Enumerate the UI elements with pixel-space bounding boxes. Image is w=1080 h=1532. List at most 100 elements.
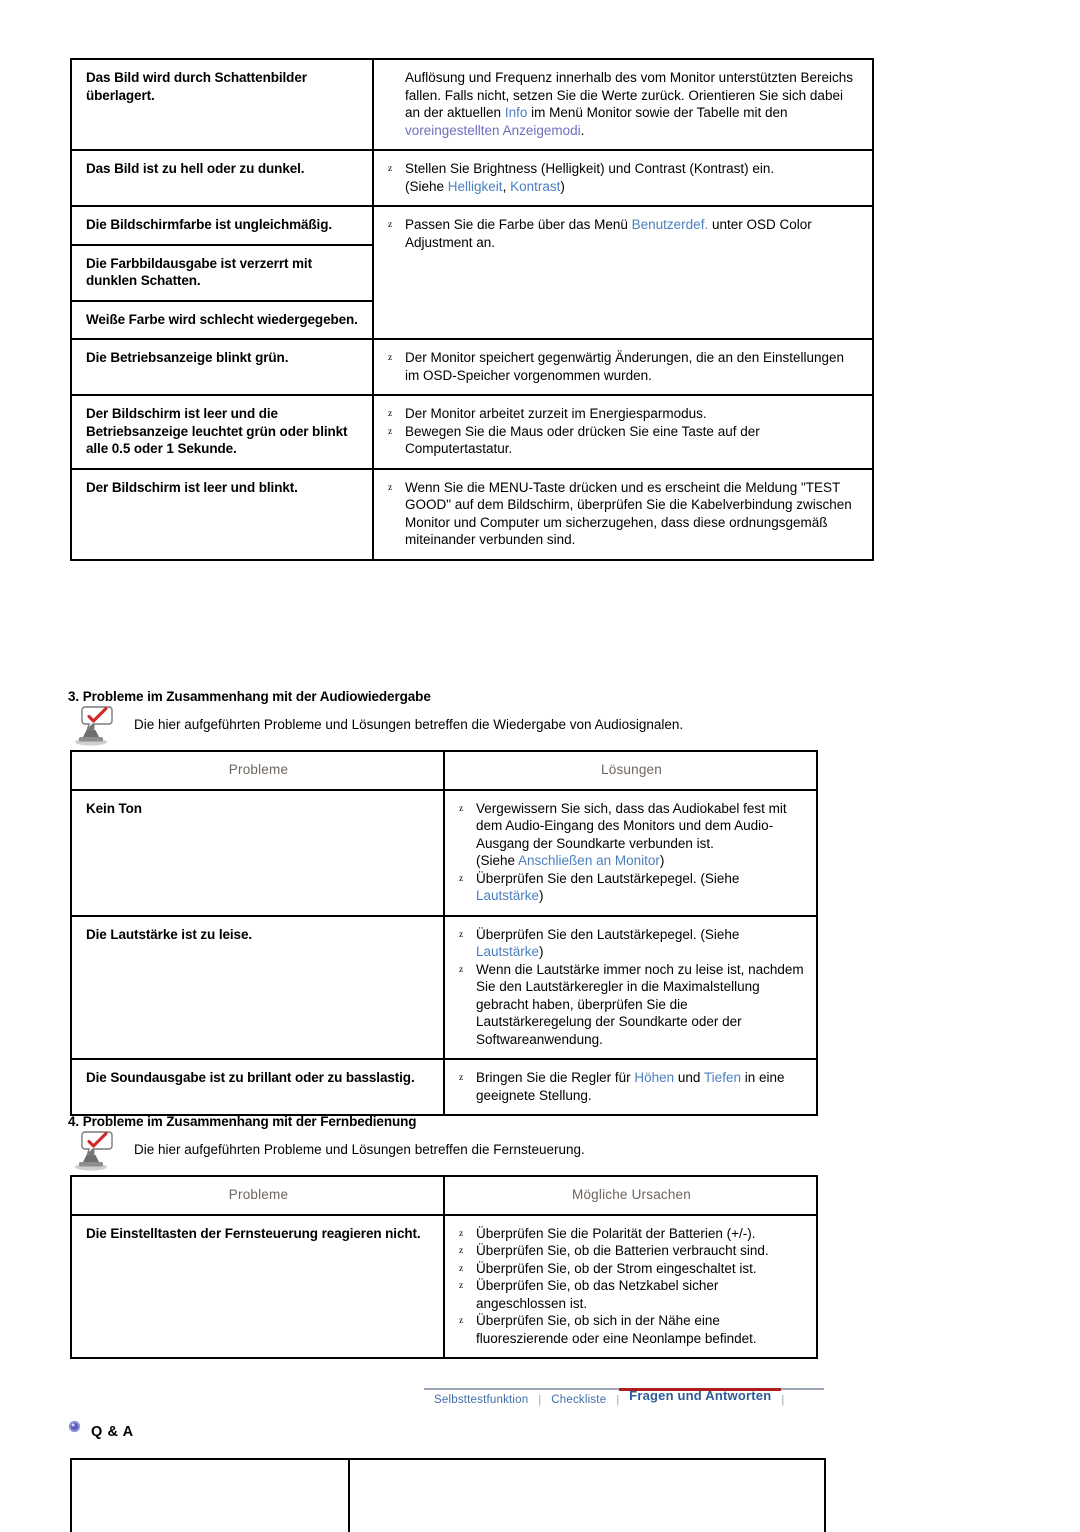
- column-header-solutions: Mögliche Ursachen: [443, 1175, 818, 1216]
- solution-cell: Auflösung und Frequenz innerhalb des vom…: [372, 58, 874, 151]
- inline-text: und: [674, 1070, 704, 1085]
- column-header-problems: Probleme: [70, 1175, 445, 1216]
- nav-item-2[interactable]: Fragen und Antworten: [619, 1383, 781, 1403]
- solution-item: Überprüfen Sie, ob der Strom eingeschalt…: [459, 1260, 804, 1277]
- inline-text: ): [539, 944, 544, 959]
- inline-text: Stellen Sie Brightness (Helligkeit) und …: [405, 161, 775, 176]
- problem-cell: Die Soundausgabe ist zu brillant oder zu…: [70, 1058, 445, 1116]
- inline-text: Überprüfen Sie, ob sich in der Nähe eine…: [476, 1313, 757, 1346]
- inline-link[interactable]: Helligkeit: [448, 179, 503, 194]
- notice-check-icon: [68, 1129, 114, 1175]
- solution-list: Passen Sie die Farbe über das Menü Benut…: [388, 216, 860, 251]
- solution-list: Wenn Sie die MENU-Taste drücken und es e…: [388, 479, 860, 549]
- inline-link[interactable]: voreingestellten Anzeigemodi: [405, 123, 581, 138]
- solution-item: Überprüfen Sie die Polarität der Batteri…: [459, 1225, 804, 1242]
- solution-list: Stellen Sie Brightness (Helligkeit) und …: [388, 160, 860, 195]
- problem-cell: Das Bild wird durch Schattenbilder überl…: [70, 58, 374, 151]
- bullet-orb-icon: [68, 1420, 81, 1433]
- table-row: Die Soundausgabe ist zu brillant oder zu…: [70, 1058, 818, 1116]
- inline-text: ,: [502, 178, 511, 194]
- inline-link[interactable]: Tiefen: [704, 1070, 741, 1085]
- inline-text: Der Monitor arbeitet zurzeit im Energies…: [405, 406, 707, 421]
- inline-link[interactable]: Anschließen an Monitor: [518, 853, 660, 868]
- inline-text: (Siehe: [405, 178, 448, 194]
- problem-cell: Die Einstelltasten der Fernsteuerung rea…: [70, 1213, 445, 1359]
- inline-text: Bringen Sie die Regler für: [476, 1070, 635, 1085]
- inline-text: .: [580, 122, 585, 138]
- inline-text: Passen Sie die Farbe über das Menü: [405, 217, 632, 232]
- section-3-heading: 3. Probleme im Zusammenhang mit der Audi…: [68, 689, 431, 704]
- column-header-problems: Probleme: [70, 750, 445, 791]
- problem-cell: Die Lautstärke ist zu leise.: [70, 914, 445, 1060]
- solution-item: Wenn die Lautstärke immer noch zu leise …: [459, 961, 804, 1049]
- qa-heading-row: Q & A: [68, 1420, 134, 1440]
- inline-text: Überprüfen Sie den Lautstärkepegel. (Sie…: [476, 870, 740, 886]
- bottom-nav: Selbsttestfunktion | Checkliste | Fragen und…: [424, 1388, 824, 1414]
- nav-item-1[interactable]: Checkliste: [541, 1388, 616, 1406]
- nav-separator: |: [781, 1394, 785, 1406]
- inline-link[interactable]: Info: [505, 105, 528, 120]
- solution-item: Vergewissern Sie sich, dass das Audiokab…: [459, 800, 804, 853]
- table-header-row: Probleme Lösungen: [70, 750, 818, 791]
- solution-item: Bringen Sie die Regler für Höhen und Tie…: [459, 1069, 804, 1104]
- section-4-note-row: Die hier aufgeführten Probleme und Lösun…: [68, 1129, 828, 1175]
- solution-cell: Passen Sie die Farbe über das Menü Benut…: [372, 205, 874, 340]
- inline-text: Der Monitor speichert gegenwärtig Änderu…: [405, 350, 845, 383]
- remote-problems-table: Probleme Mögliche Ursachen Die Einstelltas…: [70, 1175, 818, 1359]
- inline-text: (Siehe: [476, 853, 519, 868]
- problem-cell: Der Bildschirm ist leer und die Betriebs…: [70, 394, 374, 470]
- qa-cell-answer: [348, 1458, 826, 1532]
- solution-cell: Stellen Sie Brightness (Helligkeit) und …: [372, 149, 874, 207]
- section-3-note-text: Die hier aufgeführten Probleme und Lösun…: [134, 717, 684, 732]
- solution-item: Überprüfen Sie, ob die Batterien verbrau…: [459, 1242, 804, 1260]
- inline-text: Überprüfen Sie den Lautstärkepegel. (Sie…: [476, 926, 740, 942]
- solution-cell: Der Monitor arbeitet zurzeit im Energies…: [372, 394, 874, 470]
- solution-list: Überprüfen Sie die Polarität der Batteri…: [459, 1225, 804, 1348]
- nav-item-0[interactable]: Selbsttestfunktion: [424, 1388, 538, 1406]
- section-4-heading: 4. Probleme im Zusammenhang mit der Fern…: [68, 1114, 417, 1129]
- inline-link[interactable]: Kontrast: [510, 179, 560, 194]
- solution-item: Der Monitor arbeitet zurzeit im Energies…: [388, 405, 860, 423]
- solution-item: Überprüfen Sie den Lautstärkepegel. (Sie…: [459, 926, 804, 961]
- inline-text: ): [659, 853, 665, 868]
- solution-cell: Der Monitor speichert gegenwärtig Änderu…: [372, 338, 874, 396]
- qa-cell-problem: [70, 1458, 350, 1532]
- qa-table: [70, 1458, 826, 1532]
- inline-link[interactable]: Lautstärke: [476, 944, 539, 959]
- table-row: Der Bildschirm ist leer und blinkt. Wenn …: [70, 467, 874, 561]
- solution-cell: Überprüfen Sie die Polarität der Batteri…: [443, 1213, 818, 1359]
- column-header-solutions: Lösungen: [443, 750, 818, 791]
- inline-text: Wenn Sie die MENU-Taste drücken und es e…: [405, 479, 852, 548]
- inline-link[interactable]: Höhen: [634, 1070, 674, 1085]
- table-row: Die Bildschirmfarbe ist ungleichmäßig. Pa…: [70, 205, 874, 340]
- solution-list: Der Monitor speichert gegenwärtig Änderu…: [388, 349, 860, 384]
- problem-cell: Weiße Farbe wird schlecht wiedergegeben.: [70, 299, 374, 340]
- table-row: Kein Ton Vergewissern Sie sich, dass das …: [70, 788, 818, 917]
- solution-item: Stellen Sie Brightness (Helligkeit) und …: [388, 160, 860, 178]
- solution-list: Auflösung und Frequenz innerhalb des vom…: [388, 69, 860, 139]
- inline-text: Überprüfen Sie die Polarität der Batteri…: [476, 1225, 756, 1241]
- inline-text: Wenn die Lautstärke immer noch zu leise …: [476, 961, 804, 1047]
- audio-problems-table: ProblemeLösungenKein Ton Vergewissern Sie…: [70, 750, 818, 1116]
- solution-item: (Siehe Helligkeit, Kontrast): [388, 178, 860, 196]
- inline-text: im Menü Monitor sowie der Tabelle mit de…: [527, 105, 788, 120]
- solution-item: Passen Sie die Farbe über das Menü Benut…: [388, 216, 860, 251]
- inline-link[interactable]: Lautstärke: [476, 888, 539, 903]
- section-3-audio: 3. Probleme im Zusammenhang mit der Audi…: [68, 689, 828, 1116]
- display-problems-table: Das Bild wird durch Schattenbilder überl…: [70, 58, 874, 561]
- nav-item-active-wrapper: Fragen und Antworten: [619, 1388, 782, 1403]
- solution-cell: Vergewissern Sie sich, dass das Audiokab…: [443, 788, 818, 917]
- problem-cell: Das Bild ist zu hell oder zu dunkel.: [70, 149, 374, 207]
- table-row: Die Betriebsanzeige blinkt grün. Der Moni…: [70, 338, 874, 396]
- solution-item: (Siehe Anschließen an Monitor): [459, 852, 804, 870]
- inline-link[interactable]: Benutzerdef.: [632, 217, 709, 232]
- table-row: [70, 1458, 826, 1532]
- problem-cell: Die Betriebsanzeige blinkt grün.: [70, 338, 374, 396]
- solution-item: Wenn Sie die MENU-Taste drücken und es e…: [388, 479, 860, 549]
- solution-cell: Wenn Sie die MENU-Taste drücken und es e…: [372, 467, 874, 561]
- solution-cell: Überprüfen Sie den Lautstärkepegel. (Sie…: [443, 914, 818, 1060]
- solution-item: Der Monitor speichert gegenwärtig Änderu…: [388, 349, 860, 384]
- table-row: Das Bild wird durch Schattenbilder überl…: [70, 58, 874, 151]
- solution-list: Vergewissern Sie sich, dass das Audiokab…: [459, 800, 804, 905]
- solution-list: Überprüfen Sie den Lautstärkepegel. (Sie…: [459, 926, 804, 1049]
